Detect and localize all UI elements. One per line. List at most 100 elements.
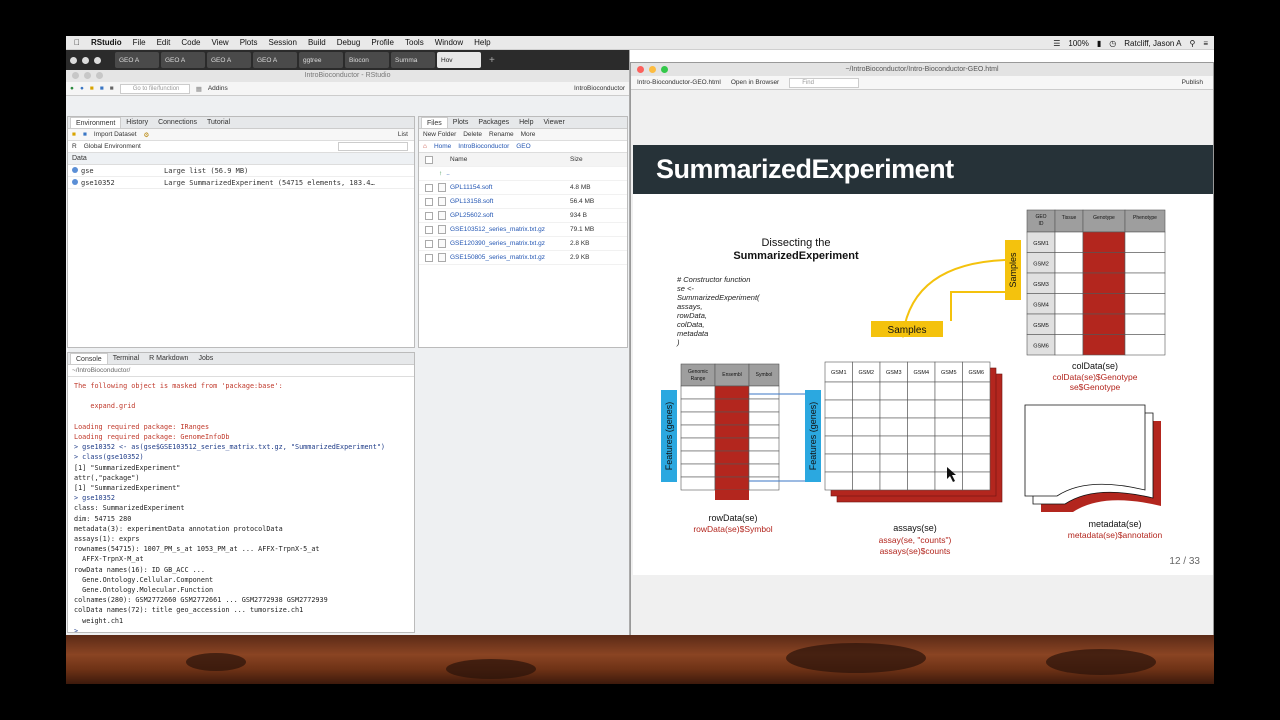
minimize-icon[interactable] xyxy=(82,56,89,64)
grid-icon[interactable]: ▦ xyxy=(196,85,202,93)
browser-tab[interactable]: GEO A xyxy=(253,52,297,68)
import-dataset-button[interactable]: Import Dataset xyxy=(94,131,137,138)
file-checkbox[interactable] xyxy=(425,225,433,234)
delete-button[interactable]: Delete xyxy=(463,131,482,138)
more-menu[interactable]: More xyxy=(521,131,536,138)
console-path[interactable]: ~/IntroBioconductor/ xyxy=(68,365,414,377)
project-menu[interactable]: IntroBioconductor xyxy=(574,85,625,92)
menu-tools[interactable]: Tools xyxy=(405,38,424,47)
file-name[interactable]: GSE150805_series_matrix.txt.gz xyxy=(450,254,570,261)
new-tab-icon[interactable]: + xyxy=(489,55,495,66)
file-row[interactable]: GSE150805_series_matrix.txt.gz 2.9 KB xyxy=(419,251,627,265)
user-name[interactable]: Ratcliff, Jason A xyxy=(1124,39,1181,48)
browser-tab[interactable]: ggtree xyxy=(299,52,343,68)
open-file-icon[interactable]: ■ xyxy=(90,85,94,92)
file-row[interactable]: GPL11154.soft 4.8 MB xyxy=(419,181,627,195)
print-icon[interactable]: ■ xyxy=(110,85,114,92)
file-name[interactable]: GSE103512_series_matrix.txt.gz xyxy=(450,226,570,233)
env-row[interactable]: gse Large list (56.9 MB) xyxy=(68,165,414,177)
tab-history[interactable]: History xyxy=(121,117,153,128)
file-checkbox[interactable] xyxy=(425,211,433,220)
file-row[interactable]: GSE120390_series_matrix.txt.gz 2.8 KB xyxy=(419,237,627,251)
menu-rstudio[interactable]: RStudio xyxy=(91,38,122,47)
browser-tab[interactable]: GEO A xyxy=(115,52,159,68)
menu-build[interactable]: Build xyxy=(308,38,326,47)
menu-window[interactable]: Window xyxy=(435,38,463,47)
environment-search-input[interactable] xyxy=(338,142,408,151)
close-icon[interactable] xyxy=(637,66,644,73)
breadcrumb-home[interactable]: Home xyxy=(434,143,451,150)
addins-menu[interactable]: Addins xyxy=(208,85,228,92)
parent-dir-link[interactable]: .. xyxy=(446,170,566,177)
broom-icon[interactable]: ⚙ xyxy=(144,131,150,139)
scope-select[interactable]: Global Environment xyxy=(84,143,141,150)
expand-icon[interactable] xyxy=(72,166,78,173)
browser-tab[interactable]: Biocon xyxy=(345,52,389,68)
rename-button[interactable]: Rename xyxy=(489,131,514,138)
name-column-header[interactable]: Name xyxy=(450,156,570,163)
tab-environment[interactable]: Environment xyxy=(70,117,122,128)
menu-file[interactable]: File xyxy=(133,38,146,47)
menu-session[interactable]: Session xyxy=(268,38,296,47)
wifi-icon[interactable]: ☰ xyxy=(1053,39,1060,48)
apple-menu-icon[interactable]:  xyxy=(74,38,80,47)
size-column-header[interactable]: Size xyxy=(570,156,583,163)
file-row[interactable]: GPL13158.soft 56.4 MB xyxy=(419,195,627,209)
list-view-menu[interactable]: List xyxy=(398,131,408,138)
minimize-icon[interactable] xyxy=(84,72,91,79)
tab-jobs[interactable]: Jobs xyxy=(193,353,218,364)
console-output[interactable]: The following object is masked from 'pac… xyxy=(68,377,414,632)
file-name[interactable]: GPL11154.soft xyxy=(450,184,570,191)
menu-plots[interactable]: Plots xyxy=(240,38,258,47)
menu-edit[interactable]: Edit xyxy=(157,38,171,47)
file-name[interactable]: GPL25602.soft xyxy=(450,212,570,219)
breadcrumb-project[interactable]: IntroBioconductor xyxy=(458,143,509,150)
search-icon[interactable]: ⚲ xyxy=(1189,39,1195,48)
close-icon[interactable] xyxy=(70,56,77,64)
menu-code[interactable]: Code xyxy=(181,38,200,47)
publish-button[interactable]: Publish xyxy=(1182,79,1203,86)
browser-tab[interactable]: GEO A xyxy=(207,52,251,68)
goto-file-input[interactable]: Go to file/function xyxy=(119,83,190,94)
file-checkbox[interactable] xyxy=(425,253,433,262)
env-row[interactable]: gse10352 Large SummarizedExperiment (547… xyxy=(68,177,414,189)
file-checkbox[interactable] xyxy=(425,239,433,248)
clock-icon[interactable]: ◷ xyxy=(1109,39,1116,48)
menu-debug[interactable]: Debug xyxy=(337,38,361,47)
tab-terminal[interactable]: Terminal xyxy=(108,353,144,364)
tab-files[interactable]: Files xyxy=(421,117,448,128)
new-folder-button[interactable]: New Folder xyxy=(423,131,456,138)
breadcrumb-geo[interactable]: GEO xyxy=(516,143,530,150)
tab-connections[interactable]: Connections xyxy=(153,117,202,128)
expand-icon[interactable] xyxy=(72,178,78,185)
tab-console[interactable]: Console xyxy=(70,353,108,364)
open-project-icon[interactable]: ● xyxy=(80,85,84,92)
find-input[interactable]: Find xyxy=(789,77,860,88)
tab-viewer[interactable]: Viewer xyxy=(539,117,570,128)
open-in-browser-button[interactable]: Open in Browser xyxy=(731,79,779,86)
battery-level[interactable]: 100% xyxy=(1068,39,1088,48)
home-icon[interactable]: ⌂ xyxy=(423,143,427,150)
new-file-icon[interactable]: ● xyxy=(70,85,74,92)
tab-plots[interactable]: Plots xyxy=(448,117,474,128)
file-name[interactable]: GSE120390_series_matrix.txt.gz xyxy=(450,240,570,247)
browser-tab[interactable]: Summa xyxy=(391,52,435,68)
zoom-icon[interactable] xyxy=(661,66,668,73)
menu-profile[interactable]: Profile xyxy=(371,38,394,47)
file-row[interactable]: GSE103512_series_matrix.txt.gz 79.1 MB xyxy=(419,223,627,237)
browser-tab[interactable]: GEO A xyxy=(161,52,205,68)
menu-list-icon[interactable]: ≡ xyxy=(1203,39,1208,48)
menu-help[interactable]: Help xyxy=(474,38,490,47)
language-select[interactable]: R xyxy=(72,143,77,150)
file-row[interactable]: GPL25602.soft 934 B xyxy=(419,209,627,223)
tab-help[interactable]: Help xyxy=(514,117,538,128)
parent-dir-row[interactable]: ↑ .. xyxy=(419,167,627,181)
tab-rmarkdown[interactable]: R Markdown xyxy=(144,353,193,364)
minimize-icon[interactable] xyxy=(649,66,656,73)
file-checkbox[interactable] xyxy=(425,183,433,192)
close-icon[interactable] xyxy=(72,72,79,79)
tab-tutorial[interactable]: Tutorial xyxy=(202,117,235,128)
zoom-icon[interactable] xyxy=(94,56,101,64)
select-all-checkbox[interactable] xyxy=(425,155,433,164)
tab-packages[interactable]: Packages xyxy=(473,117,514,128)
